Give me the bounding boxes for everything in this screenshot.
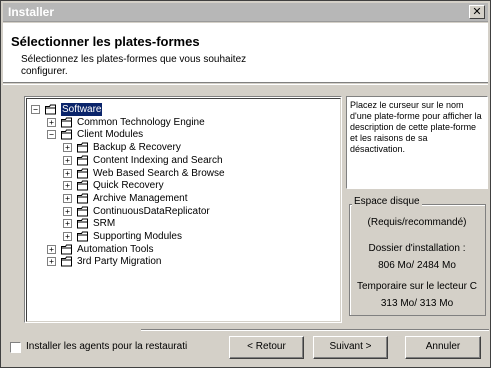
header-divider [3,84,488,85]
folder-icon [77,180,88,191]
expand-icon[interactable]: + [63,143,72,153]
folder-icon [77,231,88,242]
folder-icon [77,206,88,217]
folder-icon [77,218,88,229]
expand-icon[interactable]: + [63,168,72,178]
folder-icon [77,168,88,178]
tree-node-label: Client Modules [77,129,144,141]
expand-icon[interactable]: + [47,117,56,127]
info-panel: Placez le curseur sur le nom d'une plate… [346,96,488,323]
temp-drive-value: 313 Mo/ 313 Mo [380,298,454,309]
temp-drive-label: Temporaire sur le lecteur C [356,281,478,292]
expand-icon[interactable]: + [47,257,56,267]
tree-node-label: Web Based Search & Browse [93,167,225,179]
expand-icon[interactable]: + [63,219,72,229]
next-button[interactable]: Suivant > [313,336,388,359]
folder-icon [77,155,88,166]
tree-node-label: Automation Tools [77,243,154,255]
install-folder-label: Dossier d'installation : [368,243,466,254]
tree-node-label: ContinuousDataReplicator [93,205,210,217]
page-title: Sélectionner les plates-formes [11,34,200,49]
expand-icon[interactable]: + [63,206,72,216]
disk-space-legend: Espace disque [352,196,422,207]
expand-icon[interactable]: + [47,244,56,254]
tree-node-label: Archive Management [93,192,188,204]
close-button[interactable]: ✕ [469,5,485,19]
page-header: Sélectionner les plates-formes Sélection… [3,23,488,83]
expand-icon[interactable]: + [63,232,72,241]
installer-window: Installer ✕ Sélectionner les plates-form… [0,0,491,368]
disk-space-group: Espace disque (Requis/recommandé) Dossie… [346,192,488,323]
folder-icon [61,244,72,255]
folder-icon [61,117,72,128]
expand-icon[interactable]: + [63,155,72,165]
tree-node-label: Common Technology Engine [77,116,205,128]
collapse-icon[interactable]: − [31,105,40,114]
tree-node-label: 3rd Party Migration [77,256,162,268]
restore-agents-checkbox[interactable] [10,342,21,353]
install-folder-value: 806 Mo/ 2484 Mo [378,260,456,271]
tree-node-label: Content Indexing and Search [93,154,223,166]
folder-icon [77,193,88,204]
tree-node-label: Backup & Recovery [93,142,181,154]
footer-divider [141,329,489,331]
tree-node-label: Quick Recovery [93,180,164,192]
title-bar: Installer ✕ [3,3,488,22]
window-title: Installer [8,5,55,19]
expand-icon[interactable]: + [63,193,72,203]
platform-description: Placez le curseur sur le nom d'une plate… [346,96,488,189]
expand-icon[interactable]: + [63,181,72,191]
folder-icon [61,129,72,140]
cancel-button[interactable]: Annuler [405,336,481,359]
back-button[interactable]: < Retour [229,336,304,359]
folder-icon [77,142,88,153]
restore-agents-label: Installer les agents pour la restaurati [26,341,188,352]
collapse-icon[interactable]: − [47,130,56,140]
tree-node-label: SRM [93,218,116,230]
folder-icon [61,256,72,267]
tree-node-label: Supporting Modules [93,231,182,242]
platform-tree[interactable]: − Software + Common Technology Engine − Clien… [24,96,342,323]
folder-icon [45,104,56,115]
page-subtitle: Sélectionnez les plates-formes que vous … [21,54,247,77]
tree-node-label: Software [61,103,103,116]
disk-required-label: (Requis/recommandé) [367,217,467,228]
platform-tree-list: − Software + Common Technology Engine − Clien… [26,98,341,322]
